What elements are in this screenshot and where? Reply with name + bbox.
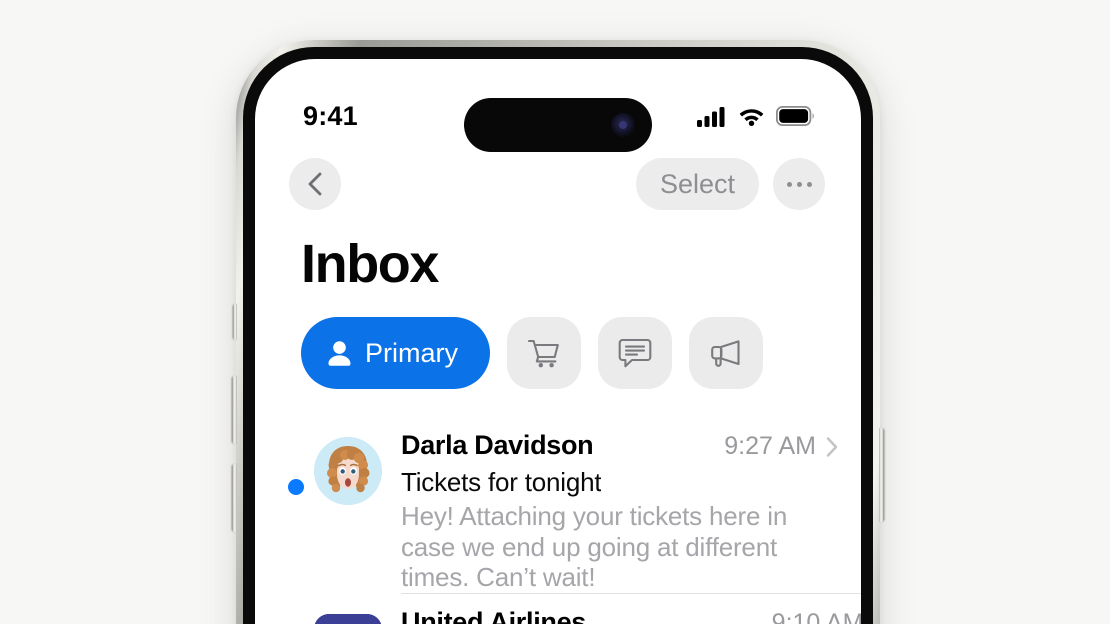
status-icons [697, 106, 815, 127]
wifi-icon [738, 106, 765, 126]
select-button[interactable]: Select [635, 158, 759, 210]
front-camera-icon [611, 113, 635, 137]
dynamic-island[interactable] [464, 98, 652, 152]
chevron-left-icon [304, 171, 326, 197]
avatar [314, 437, 382, 505]
tab-promotions[interactable] [689, 317, 763, 389]
email-sender: United Airlines [401, 607, 587, 624]
action-button[interactable] [233, 304, 237, 340]
chevron-right-icon[interactable] [825, 436, 839, 458]
chat-bubble-icon [618, 337, 652, 369]
status-time: 9:41 [303, 100, 358, 131]
tab-transactions[interactable] [598, 317, 672, 389]
person-icon [327, 340, 352, 367]
email-time: 9:27 AM [724, 432, 816, 460]
avatar [314, 614, 382, 624]
cart-icon [527, 337, 561, 369]
power-button[interactable] [879, 428, 884, 522]
tab-shopping[interactable] [507, 317, 581, 389]
email-content: Darla Davidson 9:27 AM Tickets for tonig… [401, 430, 861, 593]
ellipsis-icon [786, 181, 812, 187]
device-bezel: 9:41 Select Inbox Primary Darla Davidson… [243, 47, 873, 624]
more-options-button[interactable] [773, 158, 825, 210]
email-header-row: United Airlines 9:10 AM [401, 607, 861, 624]
email-list: Darla Davidson 9:27 AM Tickets for tonig… [255, 417, 861, 624]
unread-indicator-dot [288, 479, 304, 495]
list-item[interactable]: United Airlines 9:10 AM [255, 594, 861, 624]
megaphone-icon [709, 337, 743, 369]
volume-up-button[interactable] [232, 376, 237, 444]
tab-primary-label: Primary [365, 337, 458, 368]
device-screen: 9:41 Select Inbox Primary Darla Davidson… [255, 59, 861, 624]
email-subject-row: Tickets for tonight [401, 467, 839, 498]
select-button-label: Select [659, 168, 735, 199]
email-content: United Airlines 9:10 AM [401, 607, 861, 624]
volume-down-button[interactable] [232, 464, 237, 532]
email-subject: Tickets for tonight [401, 467, 602, 497]
screenshot-stage: 9:41 Select Inbox Primary Darla Davidson… [0, 0, 1110, 624]
navigation-bar: Select [255, 145, 861, 223]
mailbox-filter-tabs: Primary [301, 317, 763, 389]
email-meta: 9:10 AM [758, 609, 861, 624]
page-title: Inbox [301, 234, 439, 294]
email-header-row: Darla Davidson 9:27 AM [401, 430, 839, 461]
cellular-signal-icon [697, 106, 727, 127]
tab-primary[interactable]: Primary [301, 317, 490, 389]
email-time: 9:10 AM [771, 609, 861, 624]
list-item[interactable]: Darla Davidson 9:27 AM Tickets for tonig… [255, 417, 861, 593]
back-button[interactable] [289, 158, 341, 210]
iphone-device-frame: 9:41 Select Inbox Primary Darla Davidson… [232, 40, 884, 624]
battery-icon [776, 106, 815, 126]
email-meta: 9:27 AM [710, 432, 839, 461]
email-preview: Hey! Attaching your tickets here in case… [401, 501, 788, 593]
email-sender: Darla Davidson [401, 430, 594, 460]
